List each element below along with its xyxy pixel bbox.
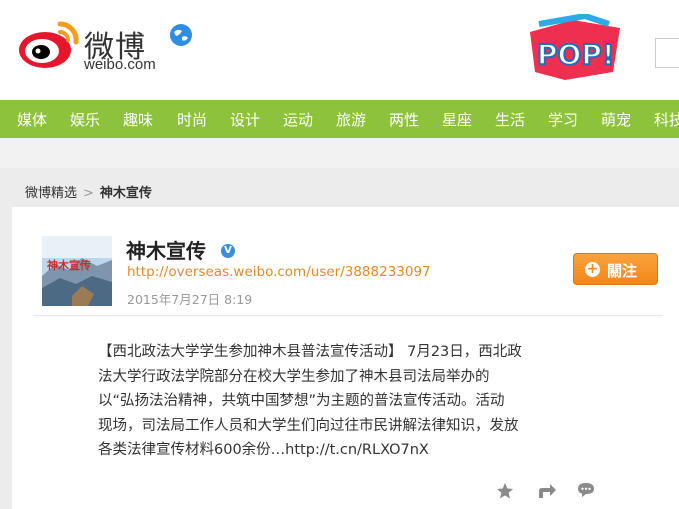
follow-label: 關注 [607,262,638,280]
verified-icon: V [221,244,235,258]
comment-icon[interactable] [577,481,597,501]
plus-icon: + [585,261,600,277]
nav-item-relationships[interactable]: 两性 [389,109,419,130]
breadcrumb-current: 神木宣传 [99,186,152,201]
post-line: 【西北政法大学学生参加神木县普法宣传活动】 7月23日，西北政 [98,344,522,360]
repost-icon[interactable] [537,482,557,502]
nav-item-pets[interactable]: 萌宠 [601,109,631,130]
post-line[interactable]: 各类法律宣传材料600余份…http://t.cn/RLXO7nX [98,438,620,463]
nav-item-entertainment[interactable]: 娱乐 [70,109,100,130]
search-input[interactable] [655,38,679,68]
nav-item-study[interactable]: 学习 [548,109,578,130]
favorite-icon[interactable] [496,482,516,502]
post-line: 法大学行政法学院部分在校大学生参加了神木县司法局举办的 [98,368,490,385]
site-header: 微博 weibo.com POP! [0,0,679,100]
follow-button[interactable]: + 關注 [573,253,658,285]
logo-domain: weibo.com [84,56,156,73]
category-nav: 媒体 娱乐 趣味 时尚 设计 运动 旅游 两性 星座 生活 学习 萌宠 科技 [0,100,679,138]
post-line: 以“弘扬法治精神，共筑中国梦想”为主题的普法宣传活动。活动 [98,393,505,409]
subnav-band [0,138,679,168]
nav-item-design[interactable]: 设计 [230,109,260,130]
nav-item-media[interactable]: 媒体 [17,109,47,130]
post-text: 【西北政法大学学生参加神木县普法宣传活动】 7月23日，西北政 法大学行政法学院… [98,340,620,463]
divider [33,315,663,316]
nav-item-tech[interactable]: 科技 [654,109,679,130]
nav-item-fashion[interactable]: 时尚 [177,109,207,130]
weibo-eye-icon [19,21,79,68]
breadcrumb: 微博精选 > 神木宣传 [25,182,152,201]
breadcrumb-root[interactable]: 微博精选 [25,186,77,201]
promo-text: POP! [537,38,615,71]
nav-item-sports[interactable]: 运动 [283,109,313,130]
nav-item-life[interactable]: 生活 [495,109,525,130]
avatar[interactable]: 神木宣传 [42,236,112,306]
post-date: 2015年7月27日 8:19 [127,292,253,307]
avatar-caption: 神木宣传 [47,258,91,272]
nav-item-horoscope[interactable]: 星座 [442,109,472,130]
profile-name[interactable]: 神木宣传 [126,235,206,264]
nav-item-travel[interactable]: 旅游 [336,109,366,130]
nav-item-fun[interactable]: 趣味 [123,109,153,130]
promo-banner[interactable]: POP! [525,12,625,86]
breadcrumb-separator: > [83,186,94,201]
globe-icon [170,24,192,46]
post-line: 现场，司法局工作人员和大学生们向过往市民讲解法律知识，发放 [98,417,519,434]
profile-url[interactable]: http://overseas.weibo.com/user/388823309… [127,264,431,280]
